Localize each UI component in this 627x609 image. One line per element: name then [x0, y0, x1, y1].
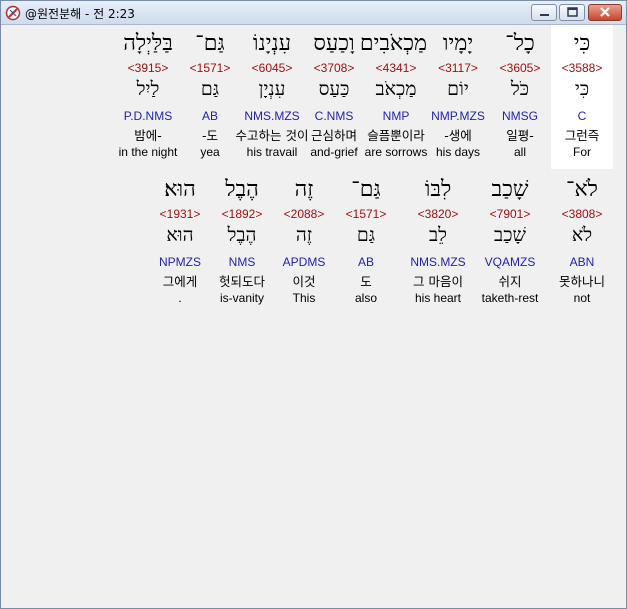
lemma-word: לֵב: [428, 224, 448, 246]
parsing-code: NMSG: [502, 109, 538, 123]
lemma-word: גַּם: [356, 224, 376, 246]
lemma-word: מַכְאֹב: [375, 78, 417, 100]
lemma-word: הוּא: [166, 224, 194, 246]
hebrew-word: כָל־: [505, 31, 535, 56]
strong-number[interactable]: <3605>: [489, 61, 551, 75]
interlinear-area: כִּי <3588> כִּי C 그런즉 For כָל־ <3605> כֹּל NMSG 일…: [2, 25, 625, 607]
parsing-code: NMS: [228, 255, 256, 269]
english-gloss: in the night: [118, 145, 178, 159]
app-icon: [5, 5, 21, 21]
strong-number[interactable]: <3708>: [303, 61, 365, 75]
hebrew-word: עִנְיָנוֹ: [252, 31, 292, 56]
lemma-word: הֶבֶל: [227, 224, 257, 246]
english-gloss: .: [178, 291, 182, 305]
parsing-code: ABN: [569, 255, 595, 269]
strong-number[interactable]: <2088>: [273, 207, 335, 221]
maximize-button[interactable]: [559, 4, 585, 21]
parsing-code: C.NMS: [314, 109, 354, 123]
strong-number[interactable]: <1571>: [335, 207, 397, 221]
lemma-word: לַיִל: [136, 78, 160, 100]
lemma-word: זֶה: [295, 224, 313, 246]
app-window: @원전분해 - 전 2:23 כִּי <3588> כִּי C 그런즉 For כָל־…: [0, 0, 627, 609]
korean-gloss: 밤에-: [134, 128, 162, 143]
lemma-word: גַּם: [200, 78, 220, 100]
strong-number[interactable]: <1931>: [149, 207, 211, 221]
strong-number[interactable]: <3820>: [407, 207, 469, 221]
strong-number[interactable]: <1571>: [179, 61, 241, 75]
parsing-code: NMS.MZS: [410, 255, 466, 269]
parsing-code: NMP.MZS: [431, 109, 485, 123]
minimize-button[interactable]: [531, 4, 557, 21]
lemma-word: לֹא: [571, 224, 593, 246]
hebrew-word: הוּא׃: [164, 177, 196, 202]
lemma-word: כַּעַס: [318, 78, 350, 100]
parsing-code: VQAMZS: [484, 255, 536, 269]
hebrew-word: גַּם־: [195, 31, 225, 56]
korean-gloss: 그에게: [162, 274, 198, 289]
parsing-code: NMP: [382, 109, 410, 123]
parsing-code: AB: [357, 255, 374, 269]
hebrew-word: בַּלַּיְלָה: [123, 31, 173, 56]
hebrew-word: וָכַעַס: [313, 31, 355, 56]
parsing-code: P.D.NMS: [123, 109, 173, 123]
hebrew-word: כִּי: [573, 31, 591, 56]
hebrew-word: יָמָיו: [442, 31, 474, 56]
hebrew-word: זֶה: [294, 177, 314, 202]
parsing-code: C: [577, 109, 587, 123]
lemma-word: יוֹם: [447, 78, 469, 100]
strong-number[interactable]: <7901>: [479, 207, 541, 221]
close-button[interactable]: [588, 4, 622, 21]
strong-number[interactable]: <3588>: [551, 61, 613, 75]
strong-number[interactable]: <6045>: [241, 61, 303, 75]
strong-number[interactable]: <3808>: [551, 207, 613, 221]
lemma-word: כֹּל: [510, 78, 530, 100]
lemma-word: עִנְיָן: [258, 78, 286, 100]
hebrew-word: גַּם־: [351, 177, 381, 202]
word-cell[interactable]: הוּא׃ <1931> הוּא NPMZS 그에게.: [149, 171, 211, 315]
parsing-code: APDMS: [282, 255, 326, 269]
hebrew-word: הֶבֶל: [225, 177, 259, 202]
hebrew-word: שָׁכַב: [491, 177, 529, 202]
parsing-code: NMS.MZS: [244, 109, 300, 123]
parsing-code: NPMZS: [159, 255, 201, 269]
strong-number[interactable]: <1892>: [211, 207, 273, 221]
lemma-word: כִּי: [574, 78, 590, 100]
word-cell[interactable]: לִבּוֹ <3820> לֵב NMS.MZS 그 마음이 his heart: [407, 171, 469, 315]
hebrew-word: מַכְאֹבִים: [359, 31, 427, 56]
hebrew-word: לֹא־: [566, 177, 598, 202]
hebrew-word: לִבּוֹ: [424, 177, 452, 202]
word-cell[interactable]: שָׁכַב <7901> שָׁכַב VQAMZS 쉬지 taketh-rest: [479, 171, 541, 315]
parsing-code: AB: [201, 109, 218, 123]
strong-number[interactable]: <3915>: [117, 61, 179, 75]
window-title: @원전분해 - 전 2:23: [25, 7, 135, 21]
lemma-word: שָׁכַב: [494, 224, 526, 246]
title-bar[interactable]: @원전분해 - 전 2:23: [1, 1, 626, 25]
strong-number[interactable]: <3117>: [427, 61, 489, 75]
word-cell[interactable]: לֹא־ <3808> לֹא ABN 못하나니 not: [551, 171, 613, 315]
word-cell[interactable]: בַּלַּיְלָה <3915> לַיִל P.D.NMS 밤에-in the n…: [117, 25, 179, 169]
strong-number[interactable]: <4341>: [365, 61, 427, 75]
